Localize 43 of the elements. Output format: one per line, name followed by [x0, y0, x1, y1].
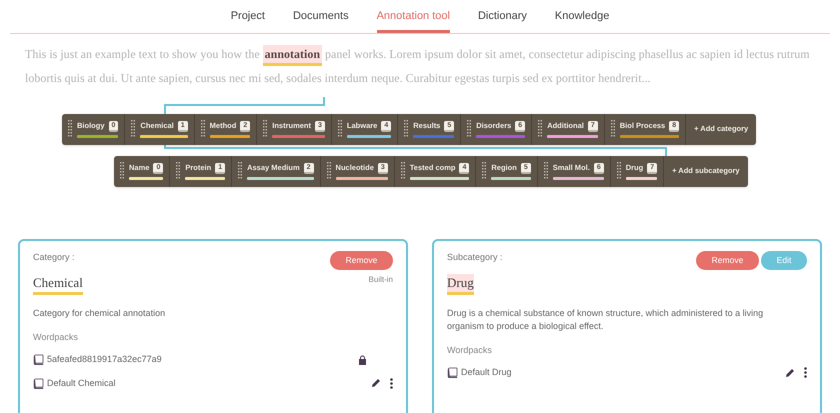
built-in-label: Built-in: [368, 274, 393, 286]
more-icon[interactable]: [390, 378, 393, 389]
drag-handle-icon[interactable]: [263, 120, 268, 138]
drag-handle-icon[interactable]: [400, 162, 405, 180]
book-icon: [447, 367, 458, 378]
nav-tab[interactable]: Annotation tool: [376, 8, 450, 32]
wordpacks-label: Wordpacks: [447, 344, 493, 357]
drag-handle-icon[interactable]: [610, 120, 615, 138]
wordpack-name[interactable]: 5afeafed8819917a32ec77a9: [47, 353, 358, 366]
item-name: Drug: [447, 274, 474, 294]
drag-handle-icon[interactable]: [404, 120, 408, 138]
sample-text: This is just an example text to show you how the annotation panel works. Lorem ipsum dolor sit amet, consectetur adipiscing phasellus ac sapien id lectus rutrum lobortis quis at dui. Ut ante sapien, cursus nec mi sed, sodales interdum neque. Curabitur egestas turpis sed ex porttitor hendrerit...: [25, 44, 811, 87]
nav-tab[interactable]: Knowledge: [554, 8, 610, 32]
item-name: Chemical: [33, 274, 83, 294]
drag-handle-icon[interactable]: [68, 120, 72, 138]
drag-handle-icon[interactable]: [538, 120, 542, 138]
wordpacks-label: Wordpacks: [33, 330, 79, 344]
drag-handle-icon[interactable]: [176, 162, 180, 180]
pencil-icon[interactable]: [785, 368, 795, 378]
drag-handle-icon[interactable]: [326, 162, 331, 180]
lock-icon: [358, 354, 367, 365]
drag-handle-icon[interactable]: [238, 162, 242, 180]
drag-handle-icon[interactable]: [616, 162, 621, 180]
drag-handle-icon[interactable]: [131, 120, 136, 138]
card-heading: Subcategory :: [447, 250, 503, 264]
book-icon: [33, 354, 44, 366]
more-icon[interactable]: [804, 367, 807, 378]
drag-handle-icon[interactable]: [338, 120, 342, 138]
description: Category for chemical annotation: [33, 306, 166, 320]
card-heading: Category :: [33, 250, 75, 264]
nav-tab[interactable]: Documents: [292, 8, 349, 32]
pencil-icon[interactable]: [371, 378, 381, 388]
nav-tab[interactable]: Project: [230, 8, 265, 32]
drag-handle-icon[interactable]: [482, 162, 486, 180]
wordpack-name[interactable]: Default Drug: [461, 366, 785, 380]
description: Drug is a chemical substance of known structure, which administered to a living organism to produce a biological effect.: [447, 306, 764, 332]
drag-handle-icon[interactable]: [467, 120, 472, 138]
nav-tab[interactable]: Dictionary: [478, 8, 527, 32]
wordpack-name[interactable]: Default Chemical: [47, 376, 371, 390]
drag-handle-icon[interactable]: [544, 162, 548, 180]
book-icon: [33, 378, 44, 389]
drag-handle-icon[interactable]: [200, 120, 205, 138]
drag-handle-icon[interactable]: [120, 162, 124, 180]
